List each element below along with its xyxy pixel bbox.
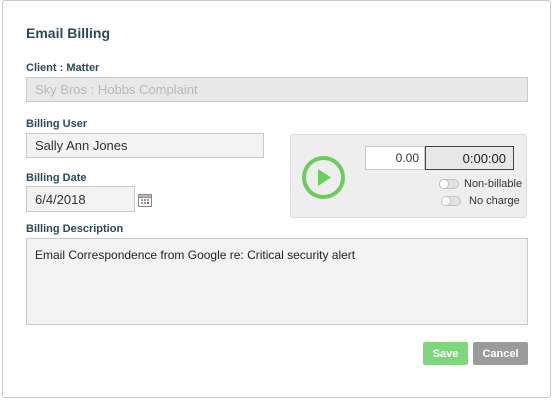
no-charge-row: No charge [441,195,520,207]
no-charge-toggle[interactable] [441,196,461,206]
billing-date-field[interactable]: 6/4/2018 [26,186,135,212]
elapsed-time-display: 0:00:00 [425,146,514,170]
billing-user-field[interactable]: Sally Ann Jones [26,133,264,158]
client-matter-label: Client : Matter [26,62,100,74]
client-matter-field: Sky Bros : Hobbs Complaint [26,77,528,102]
timer-panel: 0.00 0:00:00 Non-billable No charge [290,134,527,218]
play-timer-button[interactable] [302,156,345,199]
billing-date-label: Billing Date [26,172,87,184]
cancel-button[interactable]: Cancel [473,342,528,365]
billing-user-label: Billing User [26,118,88,130]
no-charge-label: No charge [469,195,520,207]
calendar-icon[interactable] [138,194,152,207]
play-icon [318,169,331,186]
non-billable-label: Non-billable [464,178,523,190]
billing-description-textarea[interactable]: Email Correspondence from Google re: Cri… [26,238,528,325]
dialog-title: Email Billing [26,25,111,41]
billing-description-label: Billing Description [26,223,124,235]
email-billing-dialog: Email Billing Client : Matter Sky Bros :… [2,0,551,398]
hours-field[interactable]: 0.00 [365,146,425,170]
non-billable-row: Non-billable [439,178,522,190]
non-billable-toggle[interactable] [439,179,459,189]
save-button[interactable]: Save [423,342,468,365]
